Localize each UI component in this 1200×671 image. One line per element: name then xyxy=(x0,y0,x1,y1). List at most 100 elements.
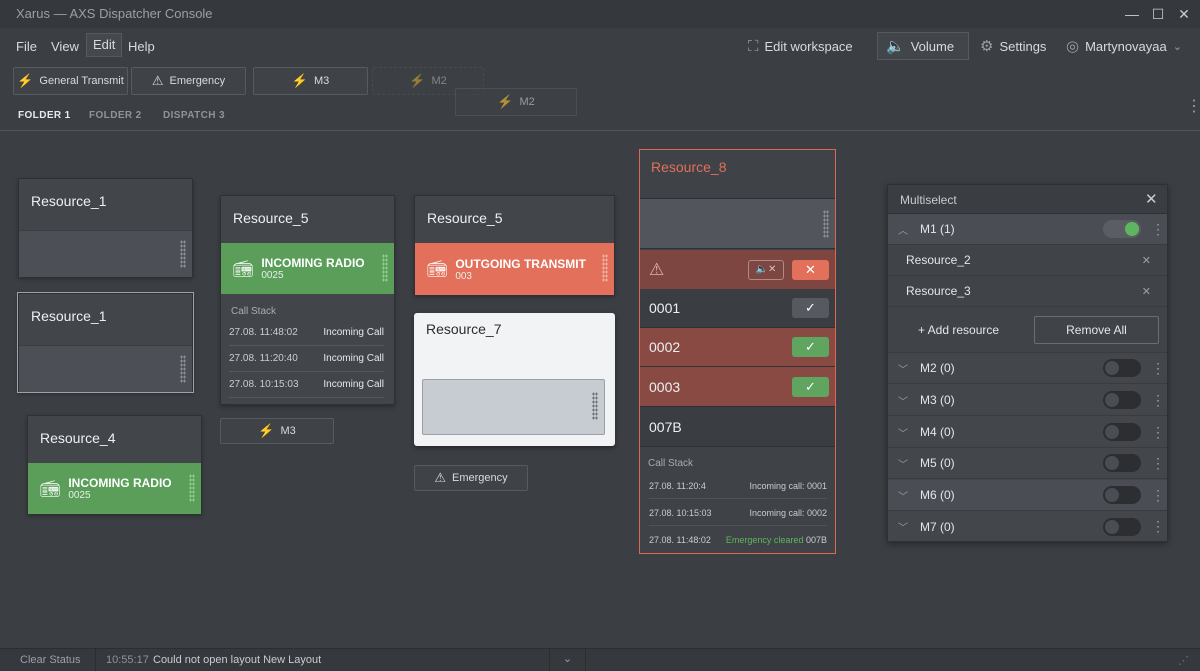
tabs-more-icon[interactable]: ⋮ xyxy=(1186,99,1200,115)
speaker-icon: 🔈 xyxy=(886,38,905,55)
resource-card-7[interactable]: Resource_7 xyxy=(414,313,615,446)
volume-button[interactable]: 🔈 Volume xyxy=(877,32,969,60)
maximize-button[interactable]: ☐ xyxy=(1148,4,1168,24)
resource-card-5-outgoing[interactable]: Resource_5 📻︎ OUTGOING TRANSMIT 003 xyxy=(414,195,615,295)
user-menu[interactable]: ◎ Martynovayaa ⌄ xyxy=(1066,36,1182,56)
remove-member-icon[interactable]: ✕ xyxy=(1142,254,1151,267)
lightning-icon: ⚡ xyxy=(291,73,308,88)
lightning-icon: ⚡ xyxy=(258,423,275,438)
more-icon[interactable]: ⋮ xyxy=(1151,360,1165,377)
group-m1[interactable]: ︿ M1 (1) ⋮ xyxy=(888,214,1167,245)
close-window-button[interactable]: ✕ xyxy=(1174,4,1194,24)
call-stack-row[interactable]: 27.08. 11:20:4 Incoming call: 0001 xyxy=(649,473,827,499)
drag-grip-icon[interactable] xyxy=(382,254,388,282)
call-type: Incoming Call xyxy=(323,379,384,390)
radio-icon: 📻︎ xyxy=(40,480,61,498)
call-row[interactable]: 007B xyxy=(640,407,835,447)
more-icon[interactable]: ⋮ xyxy=(1151,392,1165,409)
chevron-down-icon[interactable]: ﹀ xyxy=(898,425,914,440)
close-icon[interactable]: ✕ xyxy=(1145,190,1158,208)
menu-view[interactable]: View xyxy=(45,37,85,56)
menu-help[interactable]: Help xyxy=(122,37,161,56)
resource-name: Resource_1 xyxy=(31,193,107,209)
menu-file[interactable]: File xyxy=(10,37,43,56)
chevron-down-icon[interactable]: ﹀ xyxy=(898,456,914,471)
group-toggle[interactable] xyxy=(1103,391,1141,409)
ack-button[interactable]: ✓ xyxy=(792,337,829,357)
more-icon[interactable]: ⋮ xyxy=(1151,487,1165,504)
call-time: 27.08. 10:15:03 xyxy=(229,379,299,390)
m2-button-dragging[interactable]: ⚡ M2 xyxy=(455,88,577,116)
general-transmit-button[interactable]: ⚡ General Transmit xyxy=(13,67,128,95)
more-icon[interactable]: ⋮ xyxy=(1151,455,1165,472)
call-stack-row[interactable]: 27.08. 11:48:02 Emergency cleared 007B xyxy=(649,527,827,553)
drag-grip-icon[interactable] xyxy=(180,355,186,383)
mute-button[interactable]: 🔈✕ xyxy=(748,259,784,280)
resource-card-8[interactable]: Resource_8 ⚠ 🔈✕ ✕ 0001 ✓ 0002 ✓ 0003 ✓ 0… xyxy=(639,149,836,554)
group-m3[interactable]: ﹀ M3 (0) ⋮ xyxy=(888,385,1167,416)
group-m5[interactable]: ﹀ M5 (0) ⋮ xyxy=(888,448,1167,479)
member-name: Resource_2 xyxy=(906,253,971,267)
group-toggle[interactable] xyxy=(1103,359,1141,377)
group-toggle[interactable] xyxy=(1103,454,1141,472)
chevron-down-icon[interactable]: ﹀ xyxy=(898,519,914,534)
drag-grip-icon[interactable] xyxy=(602,254,608,282)
radio-icon: 📻︎ xyxy=(427,261,448,278)
drag-grip-icon[interactable] xyxy=(592,392,598,420)
more-icon[interactable]: ⋮ xyxy=(1151,424,1165,441)
resource-card-5[interactable]: Resource_5 📻︎ INCOMING RADIO 0025 Call S… xyxy=(220,195,395,405)
resource-card-1[interactable]: Resource_1 xyxy=(18,178,193,277)
call-row[interactable]: 0003 ✓ xyxy=(640,367,835,407)
member-row[interactable]: Resource_2 ✕ xyxy=(888,245,1167,276)
call-stack-row[interactable]: 27.08. 10:15:03 Incoming call: 0002 xyxy=(649,500,827,526)
chevron-down-icon[interactable]: ﹀ xyxy=(898,488,914,503)
call-stack-row[interactable]: 27.08. 11:48:02 Incoming Call xyxy=(229,320,384,346)
chevron-up-icon[interactable]: ︿ xyxy=(898,222,914,237)
chevron-down-icon[interactable]: ﹀ xyxy=(898,361,914,376)
m3-button[interactable]: ⚡ M3 xyxy=(253,67,368,95)
ack-button[interactable]: ✓ xyxy=(792,298,829,318)
call-stack-row[interactable]: 27.08. 11:20:40 Incoming Call xyxy=(229,346,384,372)
more-icon[interactable]: ⋮ xyxy=(1151,221,1165,238)
group-toggle[interactable] xyxy=(1103,486,1141,504)
clear-status-button[interactable]: Clear Status xyxy=(20,654,81,666)
remove-all-button[interactable]: Remove All xyxy=(1034,316,1159,344)
call-type: Incoming call: 0002 xyxy=(749,507,827,518)
resource-card-4[interactable]: Resource_4 📻︎ INCOMING RADIO 0025 xyxy=(27,415,202,514)
emergency-button[interactable]: ⚠ Emergency xyxy=(131,67,246,95)
group-toggle[interactable] xyxy=(1103,220,1141,238)
m3-workspace-button[interactable]: ⚡ M3 xyxy=(220,418,334,444)
group-m4[interactable]: ﹀ M4 (0) ⋮ xyxy=(888,417,1167,448)
edit-workspace-button[interactable]: ⛶ Edit workspace xyxy=(748,36,853,56)
tab-folder-2[interactable]: FOLDER 2 xyxy=(89,110,142,121)
more-icon[interactable]: ⋮ xyxy=(1151,518,1165,535)
radio-icon: 📻︎ xyxy=(233,260,254,278)
call-row[interactable]: 0002 ✓ xyxy=(640,328,835,367)
remove-member-icon[interactable]: ✕ xyxy=(1142,285,1151,298)
drag-grip-icon[interactable] xyxy=(189,474,195,502)
call-row[interactable]: 0001 ✓ xyxy=(640,289,835,328)
add-resource-button[interactable]: + Add resource xyxy=(918,323,999,337)
tab-folder-1[interactable]: FOLDER 1 xyxy=(18,110,71,121)
group-toggle[interactable] xyxy=(1103,517,1141,536)
group-toggle[interactable] xyxy=(1103,423,1141,441)
call-stack-row[interactable]: 27.08. 10:15:03 Incoming Call xyxy=(229,372,384,398)
resource-card-1-selected[interactable]: Resource_1 xyxy=(17,292,194,393)
ack-button[interactable]: ✓ xyxy=(792,376,829,397)
emergency-workspace-button[interactable]: ⚠ Emergency xyxy=(414,465,528,491)
resize-grip-icon[interactable]: ⋰ xyxy=(1178,654,1189,667)
chevron-down-icon[interactable]: ﹀ xyxy=(898,393,914,408)
group-m2[interactable]: ﹀ M2 (0) ⋮ xyxy=(888,353,1167,384)
expand-status-button[interactable]: ⌄ xyxy=(549,649,586,671)
menu-edit[interactable]: Edit xyxy=(86,33,123,57)
minimize-button[interactable]: — xyxy=(1122,4,1142,24)
user-name: Martynovayaa xyxy=(1085,38,1167,54)
group-m7[interactable]: ﹀ M7 (0) ⋮ xyxy=(888,511,1167,542)
dismiss-emergency-button[interactable]: ✕ xyxy=(792,259,829,280)
drag-grip-icon[interactable] xyxy=(180,240,186,268)
tab-dispatch-3[interactable]: DISPATCH 3 xyxy=(163,110,225,121)
drag-grip-icon[interactable] xyxy=(823,210,829,238)
group-m6[interactable]: ﹀ M6 (0) ⋮ xyxy=(888,480,1167,511)
settings-button[interactable]: ⚙ Settings xyxy=(980,36,1046,56)
member-row[interactable]: Resource_3 ✕ xyxy=(888,276,1167,307)
